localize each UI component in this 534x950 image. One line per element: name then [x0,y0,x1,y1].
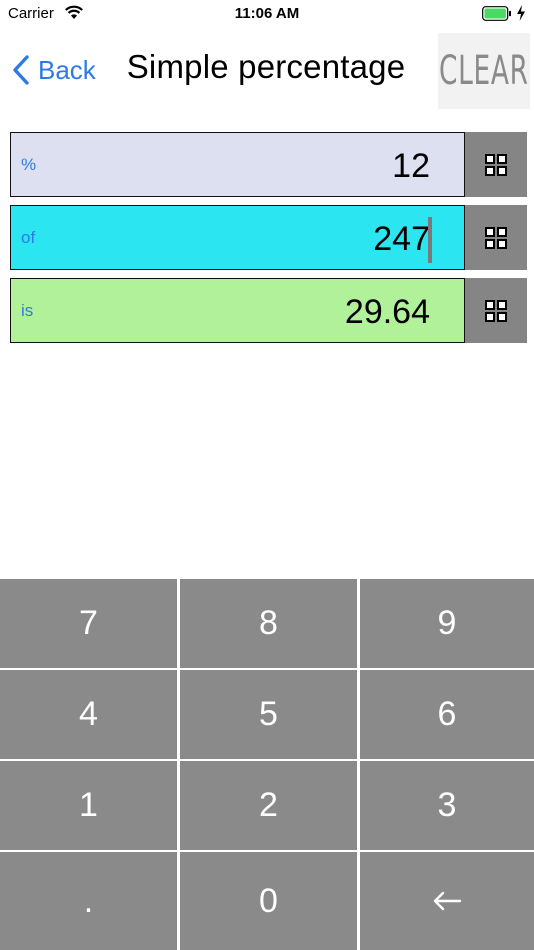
clear-label: CLEAR [439,48,529,94]
of-options-button[interactable] [465,205,527,270]
key-2[interactable]: 2 [180,761,357,850]
key-1[interactable]: 1 [0,761,177,850]
key-6[interactable]: 6 [360,670,534,759]
percent-label: % [21,155,37,174]
is-value: 29.64 [344,293,430,331]
key-4[interactable]: 4 [0,670,177,759]
navigation-bar: Back Simple percentage CLEAR [0,28,534,110]
status-time: 11:06 AM [234,5,300,22]
page-title-text: Simple percentage [126,48,406,85]
of-value: 247 [373,220,430,258]
grid-icon [485,153,507,176]
is-label: is [21,301,34,320]
keypad: 7 8 9 4 5 6 1 2 3 . 0 [0,577,534,950]
grid-icon [485,299,507,322]
key-3[interactable]: 3 [360,761,534,850]
bolt-icon [517,5,525,21]
of-row: of 247 [10,205,527,270]
status-bar: Carrier 11:06 AM [0,0,534,28]
backspace-arrow-icon [433,891,462,911]
key-9[interactable]: 9 [360,579,534,668]
percent-row: % 12 [10,132,527,197]
battery-icon [482,6,511,21]
of-field[interactable]: of 247 [10,205,465,270]
text-cursor [428,217,432,263]
percent-value: 12 [392,147,430,185]
key-8[interactable]: 8 [180,579,357,668]
backspace-key[interactable] [360,852,534,950]
of-label: of [21,228,36,247]
grid-icon [485,226,507,249]
is-row: is 29.64 [10,278,527,343]
key-5[interactable]: 5 [180,670,357,759]
is-options-button[interactable] [465,278,527,343]
percent-options-button[interactable] [465,132,527,197]
key-0[interactable]: 0 [180,852,357,950]
is-field[interactable]: is 29.64 [10,278,465,343]
key-decimal[interactable]: . [0,852,177,950]
clear-button[interactable]: CLEAR [438,33,530,109]
key-7[interactable]: 7 [0,579,177,668]
percent-field[interactable]: % 12 [10,132,465,197]
